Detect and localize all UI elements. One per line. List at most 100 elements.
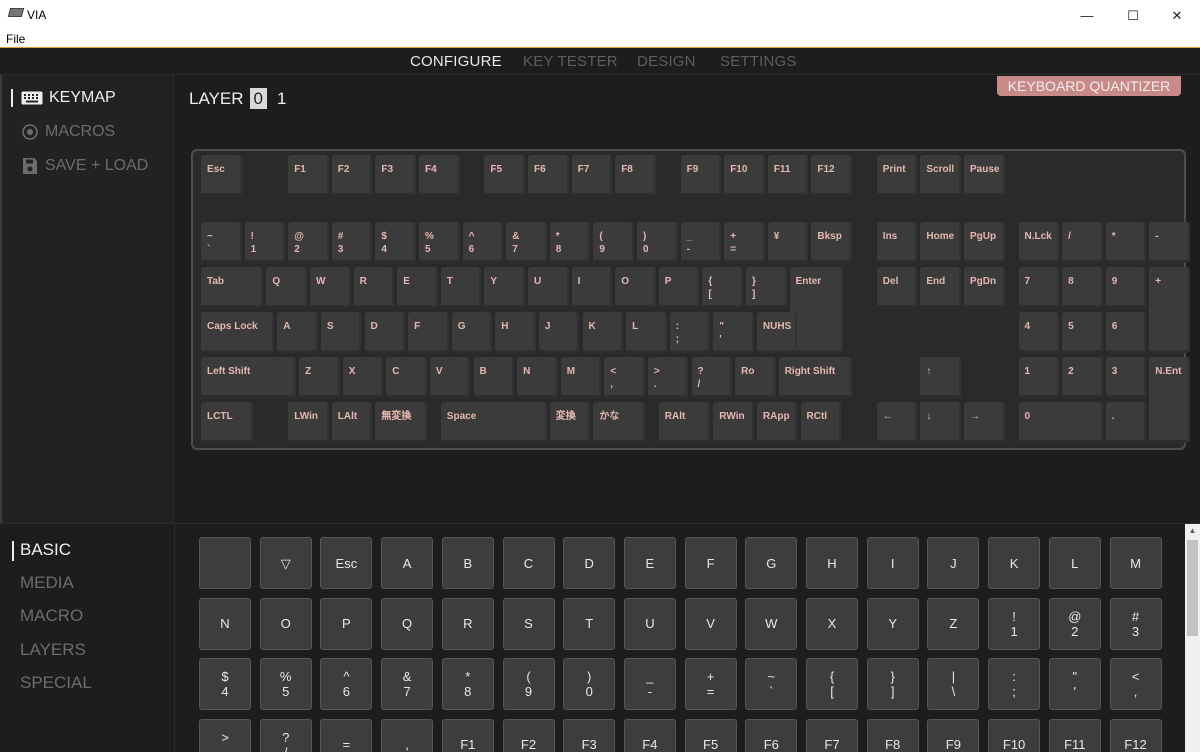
minimize-button[interactable]: — [1064, 0, 1110, 31]
keycode-button[interactable]: S [502, 597, 555, 650]
keymap-key[interactable]: 6 [1105, 312, 1147, 353]
keymap-key[interactable]: P [658, 267, 700, 308]
keymap-key[interactable]: Ins [876, 222, 918, 263]
keycode-button[interactable]: & 7 [381, 658, 434, 710]
keymap-key[interactable]: J [538, 312, 580, 353]
keymap-key[interactable]: ^ 6 [462, 222, 504, 263]
keycode-button[interactable]: + = [684, 658, 737, 710]
keycode-button[interactable]: X [806, 597, 858, 650]
keycode-button[interactable]: O [259, 597, 312, 650]
keycode-button[interactable]: I [866, 537, 919, 589]
keycode-button[interactable]: T [563, 597, 616, 650]
keymap-key[interactable]: * 8 [549, 222, 591, 263]
keymap-key[interactable]: Space [440, 402, 547, 443]
keymap-key[interactable]: 8 [1062, 267, 1103, 308]
keyboard-quantizer-button[interactable]: KEYBOARD QUANTIZER [997, 76, 1181, 96]
keycode-button[interactable]: $ 4 [199, 658, 251, 710]
keymap-key[interactable]: L [626, 312, 667, 353]
keycode-button[interactable]: Y [866, 597, 919, 650]
keycode-button[interactable]: ^ 6 [320, 658, 373, 710]
keycode-button[interactable]: ) 0 [563, 658, 616, 710]
category-macro[interactable]: MACRO [20, 606, 83, 626]
tab-configure[interactable]: CONFIGURE [410, 53, 502, 70]
keymap-key[interactable]: 9 [1105, 267, 1147, 308]
keymap-key[interactable]: LAlt [331, 402, 373, 443]
keycode-button[interactable]: J [927, 537, 980, 589]
keymap-key[interactable]: F11 [767, 155, 809, 196]
keymap-key[interactable]: RWin [713, 402, 754, 443]
keymap-key[interactable]: PgUp [964, 222, 1005, 263]
keymap-key[interactable]: X [342, 357, 384, 398]
keymap-key[interactable]: < , [604, 357, 645, 398]
tab-design[interactable]: DESIGN [637, 53, 696, 70]
keycode-button[interactable]: B [441, 537, 494, 589]
maximize-button[interactable]: ☐ [1110, 0, 1156, 31]
menu-file[interactable]: File [6, 32, 25, 46]
keycode-button[interactable]: { [ [806, 658, 858, 710]
layer-0-button[interactable]: 0 [249, 88, 267, 109]
keycode-button[interactable]: < , [1109, 658, 1162, 710]
keycode-button[interactable]: C [502, 537, 555, 589]
keymap-key[interactable]: PgDn [964, 267, 1005, 308]
keymap-key[interactable]: Home [920, 222, 961, 263]
keymap-key[interactable]: 無変換 [375, 402, 427, 443]
keymap-key[interactable]: Pause [964, 155, 1005, 196]
keymap-key[interactable]: / [1062, 222, 1103, 263]
keycode-button[interactable]: ( 9 [502, 658, 555, 710]
keycode-button[interactable]: R [441, 597, 494, 650]
keymap-key[interactable]: RApp [756, 402, 798, 443]
keymap-key[interactable]: Q [266, 267, 307, 308]
keycode-button[interactable]: F3 [563, 718, 616, 752]
keymap-key[interactable]: Y [484, 267, 525, 308]
keycode-button[interactable]: " ' [1048, 658, 1101, 710]
keymap-key[interactable]: ← [876, 402, 918, 443]
keymap-key[interactable]: _ - [680, 222, 722, 263]
category-basic[interactable]: BASIC [20, 540, 71, 560]
keymap-key[interactable]: F [408, 312, 449, 353]
keymap-key[interactable]: Bksp [811, 222, 852, 263]
keycode-button[interactable]: Q [381, 597, 434, 650]
keymap-key[interactable]: T [440, 267, 482, 308]
keycode-button[interactable] [199, 537, 251, 589]
keymap-key[interactable]: 5 [1062, 312, 1103, 353]
scrollbar-thumb[interactable] [1187, 540, 1198, 636]
keycode-button[interactable]: N [199, 597, 251, 650]
keymap-key[interactable]: : ; [669, 312, 711, 353]
keymap-key[interactable]: ~ ` [201, 222, 242, 263]
sidebar-item-save-load[interactable]: SAVE + LOAD [21, 157, 148, 175]
keycode-button[interactable]: E [623, 537, 676, 589]
keymap-key[interactable]: Del [876, 267, 918, 308]
keymap-key[interactable]: Print [876, 155, 918, 196]
keymap-key[interactable]: K [582, 312, 624, 353]
keymap-key[interactable]: Ro [735, 357, 776, 398]
keymap-key[interactable]: 7 [1018, 267, 1060, 308]
keymap-key[interactable]: S [320, 312, 362, 353]
keycode-button[interactable]: | \ [927, 658, 980, 710]
keymap-key[interactable]: 1 [1018, 357, 1060, 398]
close-button[interactable]: ✕ [1154, 0, 1200, 31]
keymap-key[interactable]: ( 9 [593, 222, 634, 263]
keymap-key[interactable]: かな [593, 402, 645, 443]
keycode-button[interactable]: F [684, 537, 737, 589]
keycode-button[interactable]: P [320, 597, 373, 650]
keymap-key[interactable]: R [353, 267, 395, 308]
keycode-button[interactable]: F2 [502, 718, 555, 752]
category-special[interactable]: SPECIAL [20, 673, 92, 693]
keycode-button[interactable]: ? / [259, 718, 312, 752]
keycode-button[interactable]: _ - [623, 658, 676, 710]
keymap-key[interactable]: F10 [724, 155, 765, 196]
keymap-key[interactable]: F1 [288, 155, 329, 196]
keycode-button[interactable]: F12 [1109, 718, 1162, 752]
keymap-key[interactable]: + = [724, 222, 765, 263]
keycode-button[interactable]: F9 [927, 718, 980, 752]
scroll-up-icon[interactable]: ▲ [1185, 526, 1200, 538]
keycode-button[interactable]: } ] [866, 658, 919, 710]
keycode-button[interactable]: % 5 [259, 658, 312, 710]
keymap-key[interactable]: $ 4 [375, 222, 416, 263]
layer-1-button[interactable]: 1 [273, 88, 290, 109]
keymap-key[interactable]: 変換 [549, 402, 591, 443]
keymap-key[interactable]: End [920, 267, 961, 308]
keymap-key[interactable]: Tab [201, 267, 264, 308]
keycode-button[interactable]: F6 [745, 718, 798, 752]
keycode-button[interactable]: D [563, 537, 616, 589]
